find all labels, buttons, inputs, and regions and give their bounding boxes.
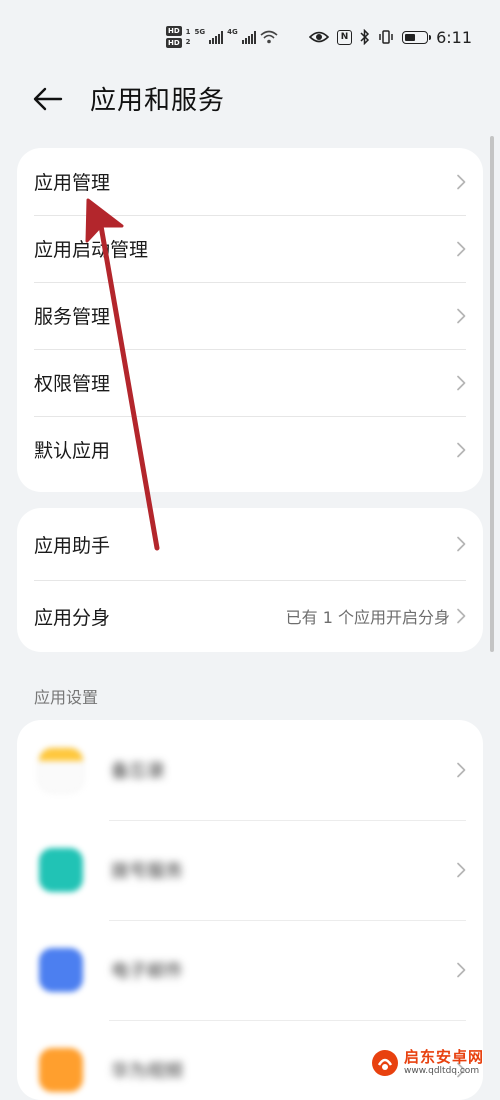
app-label: 电子邮件 [111, 961, 183, 982]
settings-group-1: 应用管理 应用启动管理 服务管理 权限管理 默认应用 [17, 148, 483, 492]
section-header-app-settings: 应用设置 [34, 688, 99, 707]
item-label: 权限管理 [34, 373, 111, 395]
chevron-right-icon [457, 308, 466, 323]
status-bar-left: HD HD 1 2 5G 4G [166, 22, 278, 52]
signal-icon [241, 30, 256, 44]
back-arrow-icon [33, 87, 63, 111]
hd-badge-1: HD [166, 26, 182, 36]
clock: 6:11 [436, 27, 472, 47]
item-label: 应用分身 [34, 606, 111, 629]
bluetooth-icon [360, 29, 370, 45]
watermark: 启东安卓网 www.qdltdq.com [370, 1046, 496, 1080]
signal-icon [209, 30, 224, 44]
back-button[interactable] [30, 82, 70, 118]
mail-icon [39, 948, 83, 992]
chevron-right-icon [457, 174, 466, 189]
app-launch-management-item[interactable]: 应用启动管理 [17, 215, 483, 282]
memo-icon [39, 748, 83, 792]
item-label: 应用助手 [34, 534, 111, 557]
network-type-5g: 5G [194, 28, 206, 36]
service-management-item[interactable]: 服务管理 [17, 282, 483, 349]
hd-badge-2: HD [166, 38, 182, 48]
scrollbar[interactable] [490, 136, 494, 652]
status-bar-right: N 6:11 [309, 24, 472, 50]
title-bar: 应用和服务 [0, 70, 500, 130]
app-label: 拨号服务 [111, 861, 183, 882]
chevron-right-icon [457, 442, 466, 457]
chevron-right-icon [457, 608, 466, 624]
app-assistant-item[interactable]: 应用助手 [17, 508, 483, 580]
eye-icon [309, 31, 330, 43]
settings-group-2: 应用助手 应用分身 已有 1 个应用开启分身 [17, 508, 483, 652]
watermark-logo-icon [372, 1050, 398, 1076]
chevron-right-icon [457, 762, 466, 778]
app-settings-list: 备忘录 拨号服务 电子邮件 华为视频 [17, 720, 483, 1100]
chevron-right-icon [457, 962, 466, 978]
item-label: 默认应用 [34, 440, 111, 462]
video-icon [39, 1048, 83, 1092]
app-item-email[interactable]: 电子邮件 [17, 920, 483, 1020]
app-management-item[interactable]: 应用管理 [17, 148, 483, 215]
chevron-right-icon [457, 375, 466, 390]
chevron-right-icon [457, 536, 466, 552]
nfc-icon: N [337, 29, 353, 45]
chevron-right-icon [457, 862, 466, 878]
app-label: 备忘录 [111, 761, 165, 782]
item-label: 应用启动管理 [34, 239, 149, 261]
chevron-right-icon [457, 241, 466, 256]
app-twin-status: 已有 1 个应用开启分身 [285, 608, 450, 627]
wifi-icon [260, 30, 278, 44]
app-twin-item[interactable]: 应用分身 已有 1 个应用开启分身 [17, 580, 483, 652]
battery-level [405, 33, 416, 41]
app-item-memo[interactable]: 备忘录 [17, 720, 483, 820]
watermark-url: www.qdltdq.com [404, 1066, 480, 1076]
status-bar: HD HD 1 2 5G 4G N 6:11 [0, 0, 500, 70]
sim-slot-2: 2 [185, 38, 191, 46]
network-type-4g: 4G [227, 28, 238, 36]
item-label: 服务管理 [34, 306, 111, 328]
sim-slot-1: 1 [185, 28, 191, 36]
phone-icon [39, 848, 83, 892]
watermark-title: 启东安卓网 [404, 1048, 485, 1066]
page-title: 应用和服务 [90, 86, 226, 116]
permission-management-item[interactable]: 权限管理 [17, 349, 483, 416]
app-item-dialer[interactable]: 拨号服务 [17, 820, 483, 920]
battery-icon [402, 30, 432, 44]
item-label: 应用管理 [34, 172, 111, 194]
vibrate-icon [379, 30, 393, 44]
default-apps-item[interactable]: 默认应用 [17, 416, 483, 483]
